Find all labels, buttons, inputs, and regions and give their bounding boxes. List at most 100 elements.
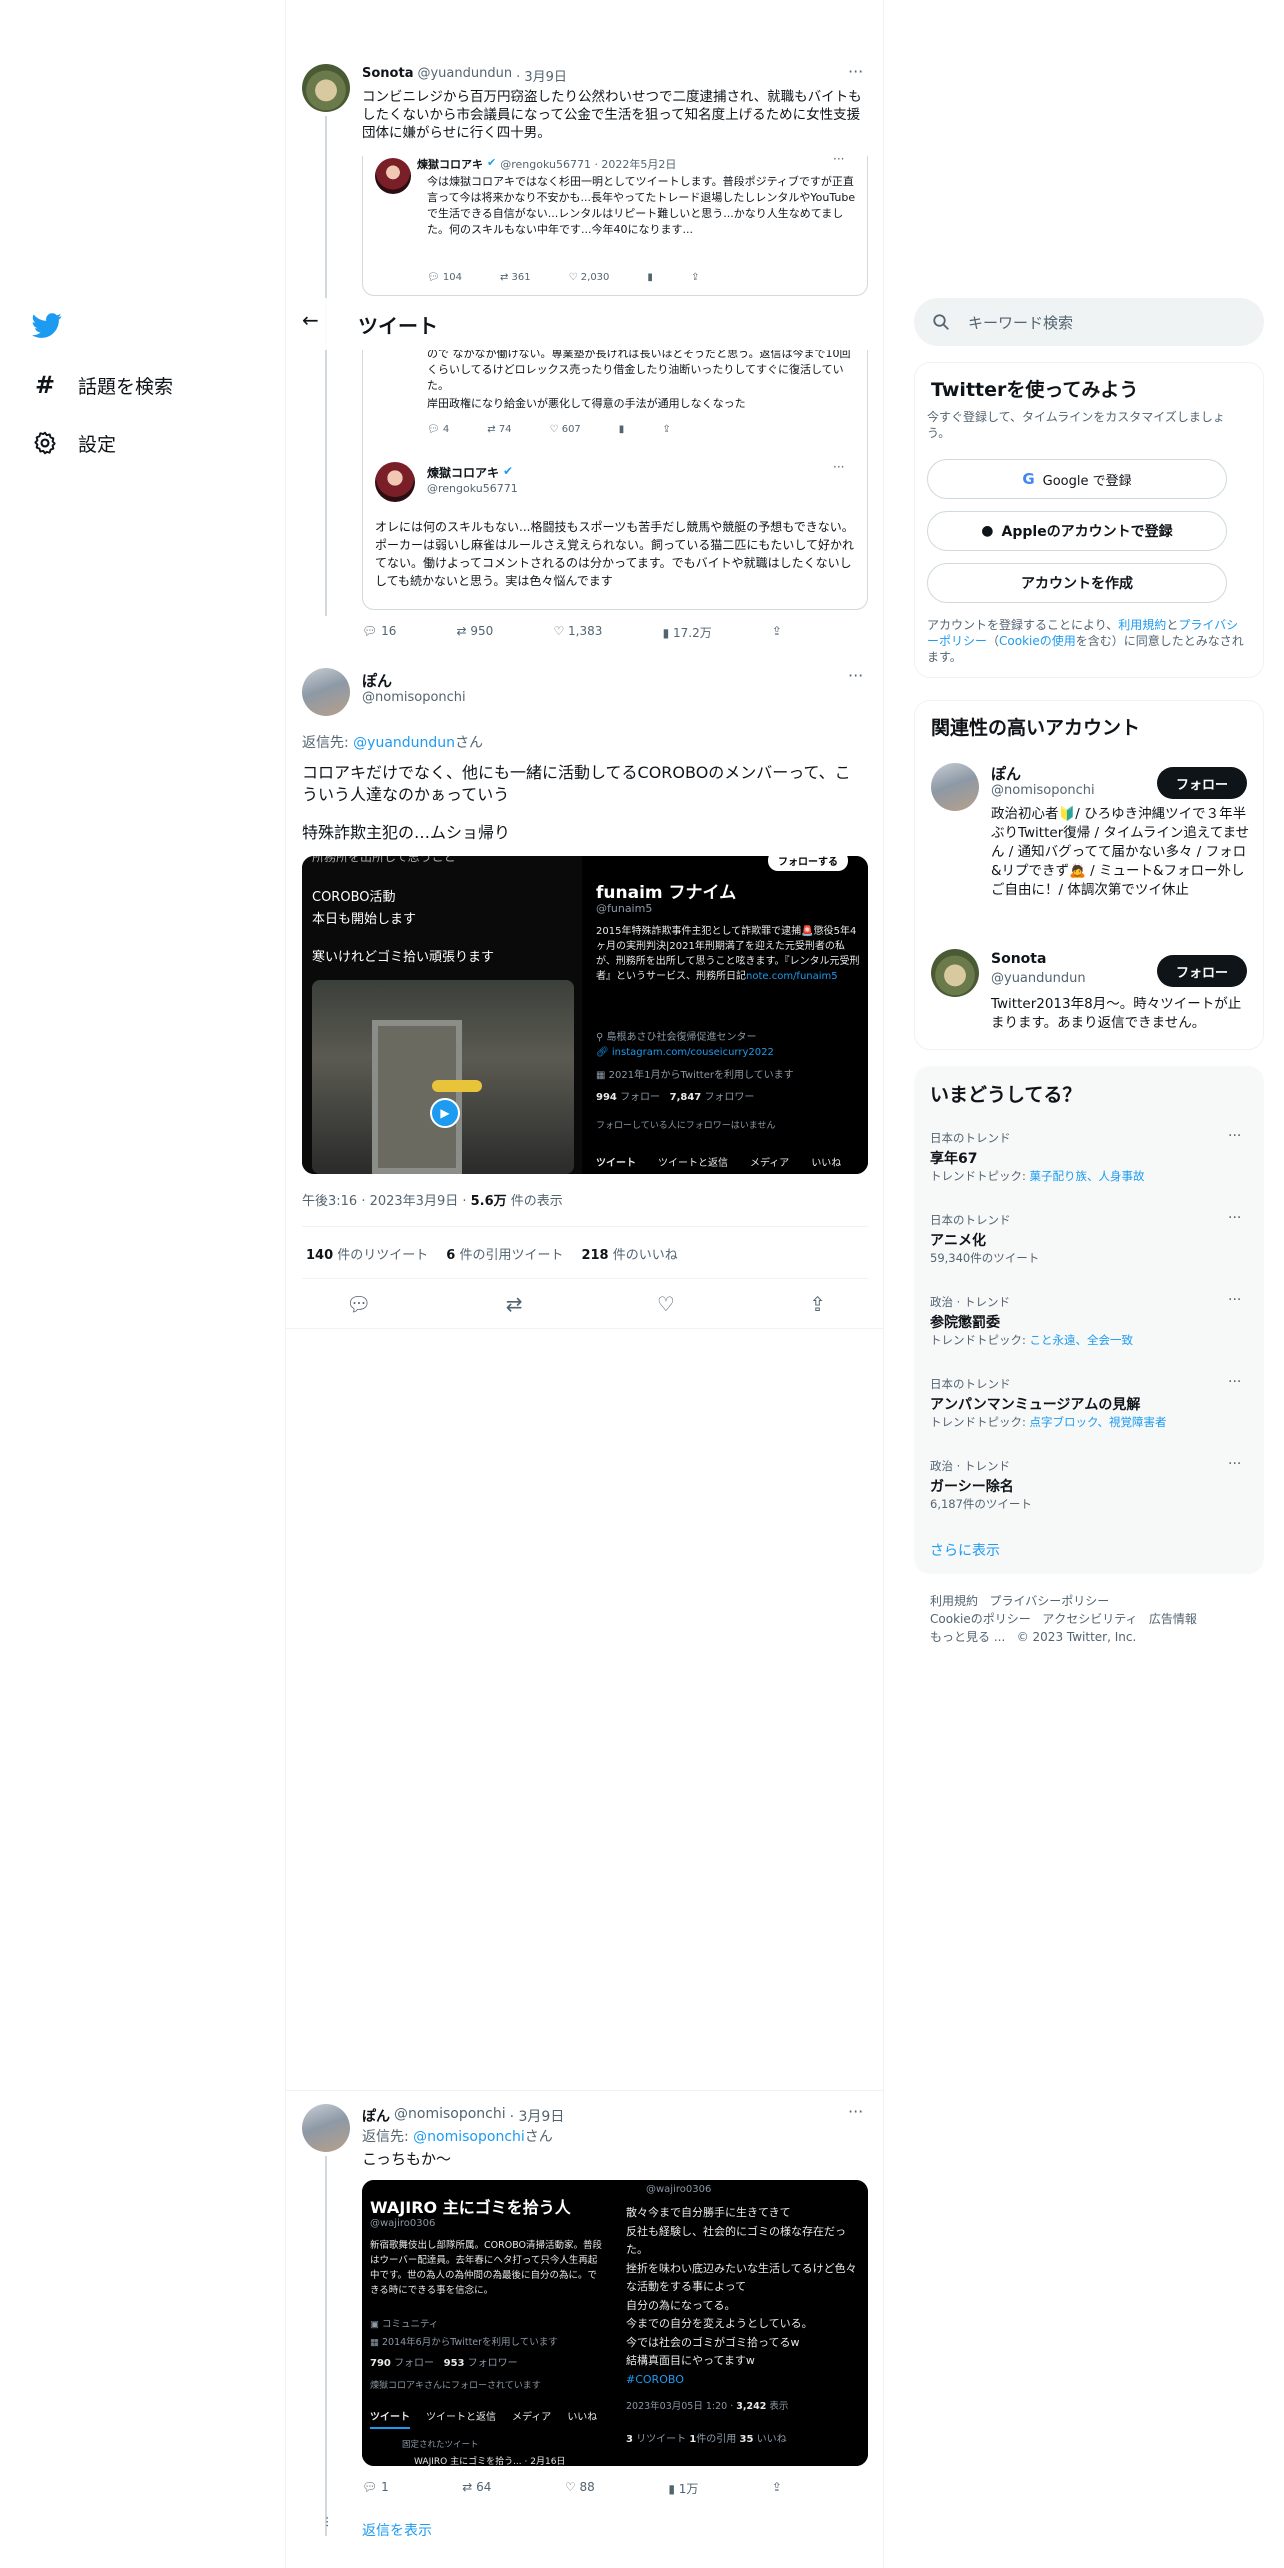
footer-link[interactable]: 利用規約 [930,1594,978,1608]
retweet-icon[interactable]: ⇄ 361 [500,272,531,283]
reply-to-user-link[interactable]: @nomisoponchi [413,2129,525,2145]
avatar[interactable] [302,2104,350,2152]
trend-item[interactable]: 政治 · トレンド ガーシー除名 6,187件のツイート ··· [914,1452,1264,1530]
google-signup-button[interactable]: G Google で登録 [927,459,1227,499]
center-column: Sonota @yuandundun · 3月9日 ··· コンビニレジから百万… [286,0,884,2568]
nav-item-settings[interactable]: 設定 [32,426,116,460]
follow-button[interactable]: フォロー [1157,955,1247,987]
more-icon[interactable]: ··· [1228,1456,1241,1472]
like-icon[interactable]: ♡ 607 [550,424,581,435]
play-icon[interactable]: ▶ [430,1098,460,1128]
user-name[interactable]: ぽん [362,670,392,691]
back-arrow-icon[interactable]: ← [302,308,319,332]
quoted-tweet[interactable]: ので なかなか働けない。専業塾が長ければ長いほどそうだと思う。返信は今まで10回… [362,350,868,610]
views-icon[interactable]: ▮ [647,272,653,283]
thread-line [325,116,327,616]
quoted-tweet[interactable]: 煉獄コロアキ ✔ @rengoku56771 · 2022年5月2日 ··· 今… [362,156,868,296]
show-more-link[interactable]: さらに表示 [930,1540,1000,1560]
share-icon[interactable]: ⇪ [772,624,782,641]
user-handle[interactable]: @nomisoponchi [362,690,466,705]
follow-button[interactable]: フォロー [1157,767,1247,799]
user-handle: @rengoku56771 [427,482,518,495]
more-icon[interactable]: ··· [1228,1292,1241,1308]
more-icon[interactable]: ··· [848,62,863,81]
share-icon[interactable]: ⇪ [691,272,699,283]
more-icon[interactable]: ··· [1228,1128,1241,1144]
avatar[interactable] [302,668,350,716]
likes-count[interactable]: 218 件のいいね [581,1244,677,1263]
trend-item[interactable]: 日本のトレンド アンパンマンミュージアムの見解 トレンドトピック: 点字ブロック… [914,1370,1264,1448]
more-icon[interactable]: ··· [1228,1210,1241,1226]
reply-icon[interactable]: 💬︎ 1 [362,2480,389,2497]
verified-icon: ✔ [503,464,514,478]
more-icon[interactable]: ··· [833,460,844,474]
share-icon[interactable]: ⇪ [809,1292,826,1316]
retweet-icon[interactable]: ⇄ 64 [462,2480,491,2497]
user-name[interactable]: Sonota [362,66,413,85]
create-account-button[interactable]: アカウントを作成 [927,563,1227,603]
footer-more-link[interactable]: もっと見る ... [930,1630,1005,1644]
more-icon[interactable]: ··· [848,666,863,685]
nav-item-label: 設定 [78,433,117,456]
like-icon[interactable]: ♡ 2,030 [569,272,610,283]
avatar[interactable] [931,763,979,811]
video-thumbnail[interactable]: ▶ [312,980,574,1174]
more-icon[interactable]: ··· [1228,1374,1241,1390]
show-replies-link[interactable]: 返信を表示 [362,2520,432,2540]
more-icon[interactable]: ··· [833,156,844,166]
avatar [375,462,415,502]
like-icon[interactable]: ♡ [657,1292,675,1316]
user-name[interactable]: ぽん [362,2106,390,2126]
media-image-right[interactable]: @wajiro0306 散々今まで自分勝手に生きてきて 反社も経験し、社会的にゴ… [618,2180,868,2466]
left-nav: # 話題を検索 設定 [0,0,286,2568]
twitter-logo-icon[interactable] [32,310,62,340]
user-handle[interactable]: @nomisoponchi [394,2106,506,2126]
retweets-count[interactable]: 140 件のリツイート [306,1244,428,1263]
tweet-media[interactable]: WAJIRO 主にゴミを拾う人 @wajiro0306 新宿歌舞伎出し部隊所属。… [362,2180,868,2466]
apple-signup-button[interactable]: ● Appleのアカウントで登録 [927,511,1227,551]
footer-link[interactable]: 広告情報 [1149,1612,1197,1626]
media-image-left[interactable]: 所務所を出所して思うこと COROBO活動 本日も開始します 寒いけれどゴミ拾い… [302,856,582,1174]
quoted-actions: 💬︎ 104 ⇄ 361 ♡ 2,030 ▮ ⇪ [427,272,827,283]
reply-to-user-link[interactable]: @yuandundun [353,735,455,751]
user-name[interactable]: Sonota [991,951,1046,967]
google-icon: G [1022,470,1035,488]
trend-item[interactable]: 日本のトレンド 享年67 トレンドトピック: 菓子配り族、人身事故 ··· [914,1124,1264,1202]
quotes-count[interactable]: 6 件の引用ツイート [446,1244,563,1263]
share-icon[interactable]: ⇪ [772,2480,782,2497]
trend-item[interactable]: 日本のトレンド アニメ化 59,340件のツイート ··· [914,1206,1264,1284]
nav-item-explore[interactable]: # 話題を検索 [32,368,173,402]
search-box[interactable]: キーワード検索 [914,298,1264,346]
user-handle[interactable]: @yuandundun [417,66,512,85]
more-icon[interactable]: ··· [848,2102,863,2121]
retweet-icon[interactable]: ⇄ [506,1292,523,1316]
tweet-media[interactable]: 所務所を出所して思うこと COROBO活動 本日も開始します 寒いけれどゴミ拾い… [302,856,868,1174]
avatar[interactable] [931,949,979,997]
reply-icon[interactable]: 💬︎ 104 [427,272,462,283]
user-handle[interactable]: @nomisoponchi [991,783,1095,798]
footer-link[interactable]: アクセシビリティ [1042,1612,1137,1626]
retweet-icon[interactable]: ⇄ 74 [487,424,511,435]
user-name[interactable]: ぽん [991,763,1021,784]
like-icon[interactable]: ♡ 88 [565,2480,595,2497]
reply-icon[interactable]: 💬︎ 16 [362,624,396,641]
avatar[interactable] [302,64,350,112]
media-image-right[interactable]: フォローする funaim フナイム @funaim5 2015年特殊詐欺事件主… [588,856,868,1174]
views-icon[interactable]: ▮ 1万 [668,2480,698,2497]
footer-link[interactable]: Cookieのポリシー [930,1612,1031,1626]
reply-icon[interactable]: 💬︎ [346,1292,371,1316]
like-icon[interactable]: ♡ 1,383 [553,624,602,641]
retweet-icon[interactable]: ⇄ 950 [457,624,494,641]
quoted-text: 岸田政権になり給金いが悪化して得意の手法が通用しなくなった [427,397,746,410]
user-handle[interactable]: @yuandundun [991,971,1086,986]
tweet-date[interactable]: · 3月9日 [516,66,567,85]
media-image-left[interactable]: WAJIRO 主にゴミを拾う人 @wajiro0306 新宿歌舞伎出し部隊所属。… [362,2180,612,2466]
tweet-header: Sonota @yuandundun · 3月9日 [362,66,862,85]
views-icon[interactable]: ▮ [619,424,625,435]
reply-icon[interactable]: 💬︎ 4 [427,424,449,435]
views-icon[interactable]: ▮ 17.2万 [663,624,712,641]
share-icon[interactable]: ⇪ [662,424,670,435]
footer-link[interactable]: プライバシーポリシー [989,1594,1109,1608]
tweet-date[interactable]: · 3月9日 [510,2106,565,2126]
trend-item[interactable]: 政治 · トレンド 参院懲罰委 トレンドトピック: こと永遠、全会一致 ··· [914,1288,1264,1366]
